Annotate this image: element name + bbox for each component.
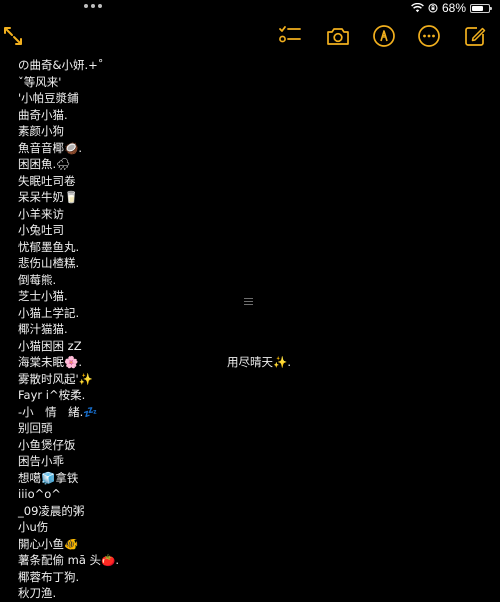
note-line[interactable]: 芝士小猫. xyxy=(18,288,119,305)
note-line[interactable]: 素颜小狗 xyxy=(18,123,119,140)
note-line[interactable]: 呆呆牛奶🥛 xyxy=(18,189,119,206)
note-line[interactable]: 曲奇小猫. xyxy=(18,107,119,124)
note-line[interactable]: 海棠未眠🌸. xyxy=(18,354,119,371)
markup-pen-icon[interactable] xyxy=(372,24,396,48)
note-line[interactable]: 小兔吐司 xyxy=(18,222,119,239)
note-line[interactable]: 倒莓熊. xyxy=(18,272,119,289)
battery-icon xyxy=(470,3,492,13)
note-line[interactable]: 小u伤 xyxy=(18,519,119,536)
note-line[interactable]: 小猫上学記. xyxy=(18,305,119,322)
collapse-expand-icon[interactable] xyxy=(2,25,26,49)
multitasking-dots[interactable] xyxy=(84,4,102,8)
note-line[interactable]: iiio^o^ xyxy=(18,486,119,503)
note-line[interactable]: 小猫困困 zZ xyxy=(18,338,119,355)
note-line[interactable]: 困困魚.🌧 xyxy=(18,156,119,173)
note-line[interactable]: 秋刀渔. xyxy=(18,585,119,602)
note-line[interactable]: 椰汁猫猫. xyxy=(18,321,119,338)
battery-percent: 68% xyxy=(441,1,466,15)
note-line[interactable]: 别回頭 xyxy=(18,420,119,437)
note-line[interactable]: 悲伤山楂糕. xyxy=(18,255,119,272)
note-line[interactable]: 失眠吐司卷 xyxy=(18,173,119,190)
note-line[interactable]: _09凌晨的粥 xyxy=(18,503,119,520)
note-line[interactable]: 小鱼煲仔饭 xyxy=(18,437,119,454)
note-line[interactable]: の曲奇&小妍.+˚ xyxy=(18,57,119,74)
note-line[interactable]: 忧郁墨鱼丸. xyxy=(18,239,119,256)
note-line[interactable]: ˇ等风来' xyxy=(18,74,119,91)
camera-icon[interactable] xyxy=(326,24,350,48)
rotation-lock-icon xyxy=(428,3,438,13)
note-line[interactable]: 困告小乖 xyxy=(18,453,119,470)
checklist-icon[interactable] xyxy=(278,24,302,48)
note-line[interactable]: -小 情 緒.💤 xyxy=(18,404,119,421)
note-line[interactable]: 薯条配偷 mā 头🍅. xyxy=(18,552,119,569)
note-line[interactable]: 雾散时风起'✨ xyxy=(18,371,119,388)
more-icon[interactable] xyxy=(417,24,441,48)
note-line[interactable]: 椰蓉布丁狗. xyxy=(18,569,119,586)
note-line[interactable]: '小帕豆漿鋪 xyxy=(18,90,119,107)
note-body-list[interactable]: の曲奇&小妍.+˚ ˇ等风来' '小帕豆漿鋪 曲奇小猫. 素颜小狗 魚音音椰🥥. 困困魚.🌧… xyxy=(18,57,119,602)
status-indicators: 68% xyxy=(411,1,492,15)
wifi-icon xyxy=(411,3,424,13)
note-line[interactable]: 魚音音椰🥥. xyxy=(18,140,119,157)
status-bar: 68% xyxy=(0,0,500,18)
note-line[interactable]: Fayr i^桉柔. xyxy=(18,387,119,404)
note-line[interactable]: 小羊来访 xyxy=(18,206,119,223)
note-line[interactable]: 想噶🧊拿铁 xyxy=(18,470,119,487)
note-side-text[interactable]: 用尽晴天✨. xyxy=(227,354,291,370)
battery-level-fill xyxy=(472,5,483,11)
compose-icon[interactable] xyxy=(463,24,487,48)
note-line[interactable]: 開心小鱼🐠 xyxy=(18,536,119,553)
text-cursor-handle xyxy=(244,298,253,306)
